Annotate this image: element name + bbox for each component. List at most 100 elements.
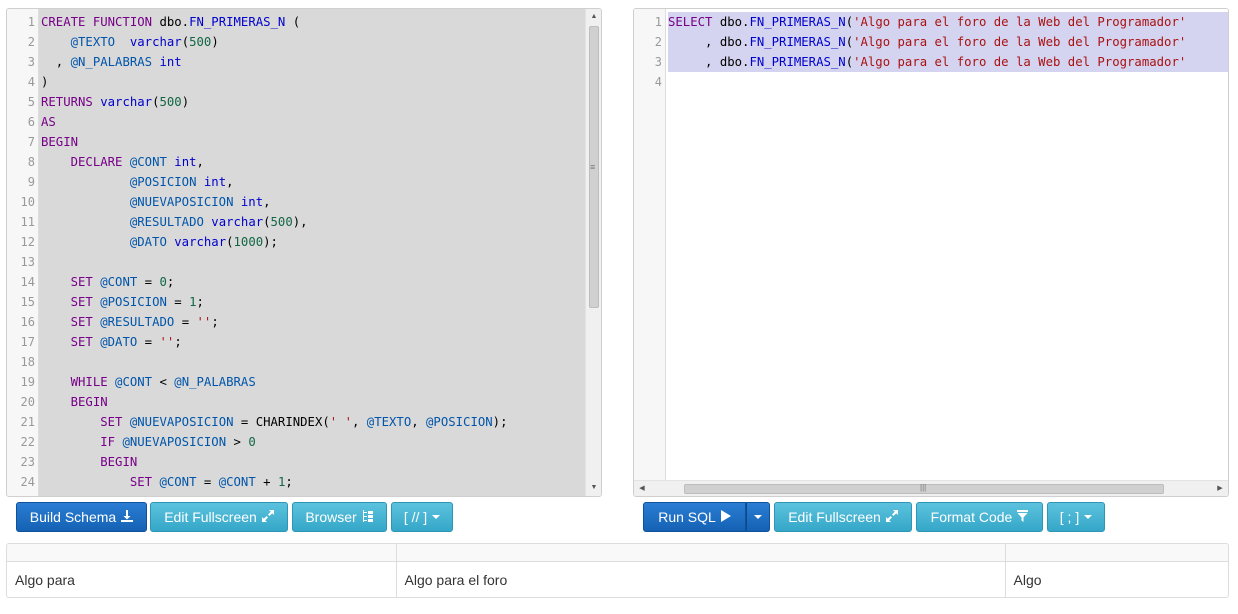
tree-icon xyxy=(362,509,374,525)
code-text: IF @NUEVAPOSICION > 0 xyxy=(41,432,585,452)
code-token: varchar xyxy=(174,235,227,249)
code-token: = xyxy=(166,295,190,309)
code-line: 8 DECLARE @CONT int, xyxy=(7,152,585,172)
code-token: @POSICION xyxy=(100,295,167,309)
code-text: ) xyxy=(41,72,585,92)
code-token: = xyxy=(137,335,160,349)
code-token: ; xyxy=(211,315,219,329)
code-text: , dbo.FN_PRIMERAS_N('Algo para el foro d… xyxy=(668,52,1228,72)
code-line: 2 @TEXTO varchar(500) xyxy=(7,32,585,52)
code-token: ; xyxy=(285,475,293,489)
schema-vertical-scrollbar[interactable]: ▲ ≡ ▼ xyxy=(585,9,601,496)
code-token: ( xyxy=(263,215,271,229)
code-token: , xyxy=(196,155,204,169)
code-text: @RESULTADO varchar(500), xyxy=(41,212,585,232)
code-text: @NUEVAPOSICION int, xyxy=(41,192,585,212)
scroll-right-arrow-icon[interactable]: ▶ xyxy=(1212,481,1228,496)
scroll-left-arrow-icon[interactable]: ◀ xyxy=(634,481,650,496)
code-token: BEGIN xyxy=(41,135,79,149)
delimiter-label: [ // ] xyxy=(403,509,428,525)
code-token: , xyxy=(411,415,427,429)
code-token: int xyxy=(174,155,197,169)
run-sql-button[interactable]: Run SQL xyxy=(643,502,746,532)
table-header-row xyxy=(7,544,1228,562)
code-token: 'Algo para el foro de la Web del Program… xyxy=(853,55,1187,69)
code-token: SET xyxy=(70,315,101,329)
code-text: SELECT dbo.FN_PRIMERAS_N('Algo para el f… xyxy=(668,12,1228,32)
schema-code-editor[interactable]: 1 CREATE FUNCTION dbo.FN_PRIMERAS_N (2 @T… xyxy=(7,9,585,496)
code-token: 'Algo para el foro de la Web del Program… xyxy=(853,35,1187,49)
code-token: , dbo. xyxy=(668,35,750,49)
code-text: AS xyxy=(41,112,585,132)
table-cell: Algo para xyxy=(7,561,397,597)
code-token: ); xyxy=(263,235,278,249)
code-token: ( xyxy=(845,55,854,69)
code-token: ( xyxy=(845,15,854,29)
scroll-down-arrow-icon[interactable]: ▼ xyxy=(586,480,601,496)
line-number: 16 xyxy=(20,315,35,329)
code-token: SELECT xyxy=(668,15,720,29)
scrollbar-grip-icon: ||| xyxy=(920,483,927,492)
code-token: @RESULTADO xyxy=(100,315,175,329)
code-text: WHILE @CONT < @N_PALABRAS xyxy=(41,372,585,392)
code-text: , @N_PALABRAS int xyxy=(41,52,585,72)
code-line: 10 @NUEVAPOSICION int, xyxy=(7,192,585,212)
code-token: dbo. xyxy=(719,15,750,29)
sql-code-editor[interactable]: 1 SELECT dbo.FN_PRIMERAS_N('Algo para el … xyxy=(634,9,1228,480)
code-token: '' xyxy=(159,335,175,349)
code-token: 'Algo para el foro de la Web del Program… xyxy=(853,15,1187,29)
sql-delimiter-dropdown[interactable]: [ ; ] xyxy=(1047,502,1105,532)
line-number: 18 xyxy=(20,355,35,369)
code-token: BEGIN xyxy=(100,455,138,469)
code-token: int xyxy=(240,195,264,209)
sql-editor-panel: 1 SELECT dbo.FN_PRIMERAS_N('Algo para el … xyxy=(633,8,1229,497)
line-number: 3 xyxy=(654,55,662,69)
filter-icon xyxy=(1017,509,1029,525)
code-token: , xyxy=(263,195,271,209)
code-token: IF xyxy=(100,435,123,449)
sql-edit-fullscreen-button[interactable]: Edit Fullscreen xyxy=(774,502,912,532)
caret-down-icon xyxy=(432,515,441,519)
code-line: 13 xyxy=(7,252,585,272)
line-number: 4 xyxy=(654,75,662,89)
code-token: 0 xyxy=(248,435,256,449)
code-token: ( xyxy=(226,235,234,249)
code-token: varchar xyxy=(129,35,182,49)
code-token: @CONT xyxy=(129,155,167,169)
code-token: ( xyxy=(181,35,190,49)
format-code-button[interactable]: Format Code xyxy=(916,502,1043,532)
download-icon xyxy=(121,509,134,525)
schema-edit-fullscreen-button[interactable]: Edit Fullscreen xyxy=(150,502,288,532)
scrollbar-grip-icon: ≡ xyxy=(590,162,596,172)
run-sql-options-dropdown[interactable] xyxy=(746,502,770,532)
code-line: 6 AS xyxy=(7,112,585,132)
code-line: 18 xyxy=(7,352,585,372)
results-table: Algo para Algo para el foro Algo xyxy=(6,543,1229,598)
browser-button[interactable]: Browser xyxy=(292,502,387,532)
build-schema-button[interactable]: Build Schema xyxy=(16,502,147,532)
code-line: 1 CREATE FUNCTION dbo.FN_PRIMERAS_N ( xyxy=(7,12,585,32)
sql-horizontal-scrollbar[interactable]: ◀ ||| ▶ xyxy=(634,480,1228,496)
code-token: ( xyxy=(845,35,854,49)
browser-label: Browser xyxy=(305,509,357,525)
code-token: , xyxy=(226,175,234,189)
schema-delimiter-dropdown[interactable]: [ // ] xyxy=(391,502,453,532)
scroll-up-arrow-icon[interactable]: ▲ xyxy=(586,9,601,25)
line-number: 2 xyxy=(654,35,662,49)
code-token: @POSICION xyxy=(426,415,493,429)
code-text: DECLARE @CONT int, xyxy=(41,152,585,172)
code-token: varchar xyxy=(211,215,264,229)
code-token: @RESULTADO xyxy=(129,215,204,229)
code-line: 3 , @N_PALABRAS int xyxy=(7,52,585,72)
code-token: , xyxy=(351,415,367,429)
code-token: int xyxy=(203,175,227,189)
